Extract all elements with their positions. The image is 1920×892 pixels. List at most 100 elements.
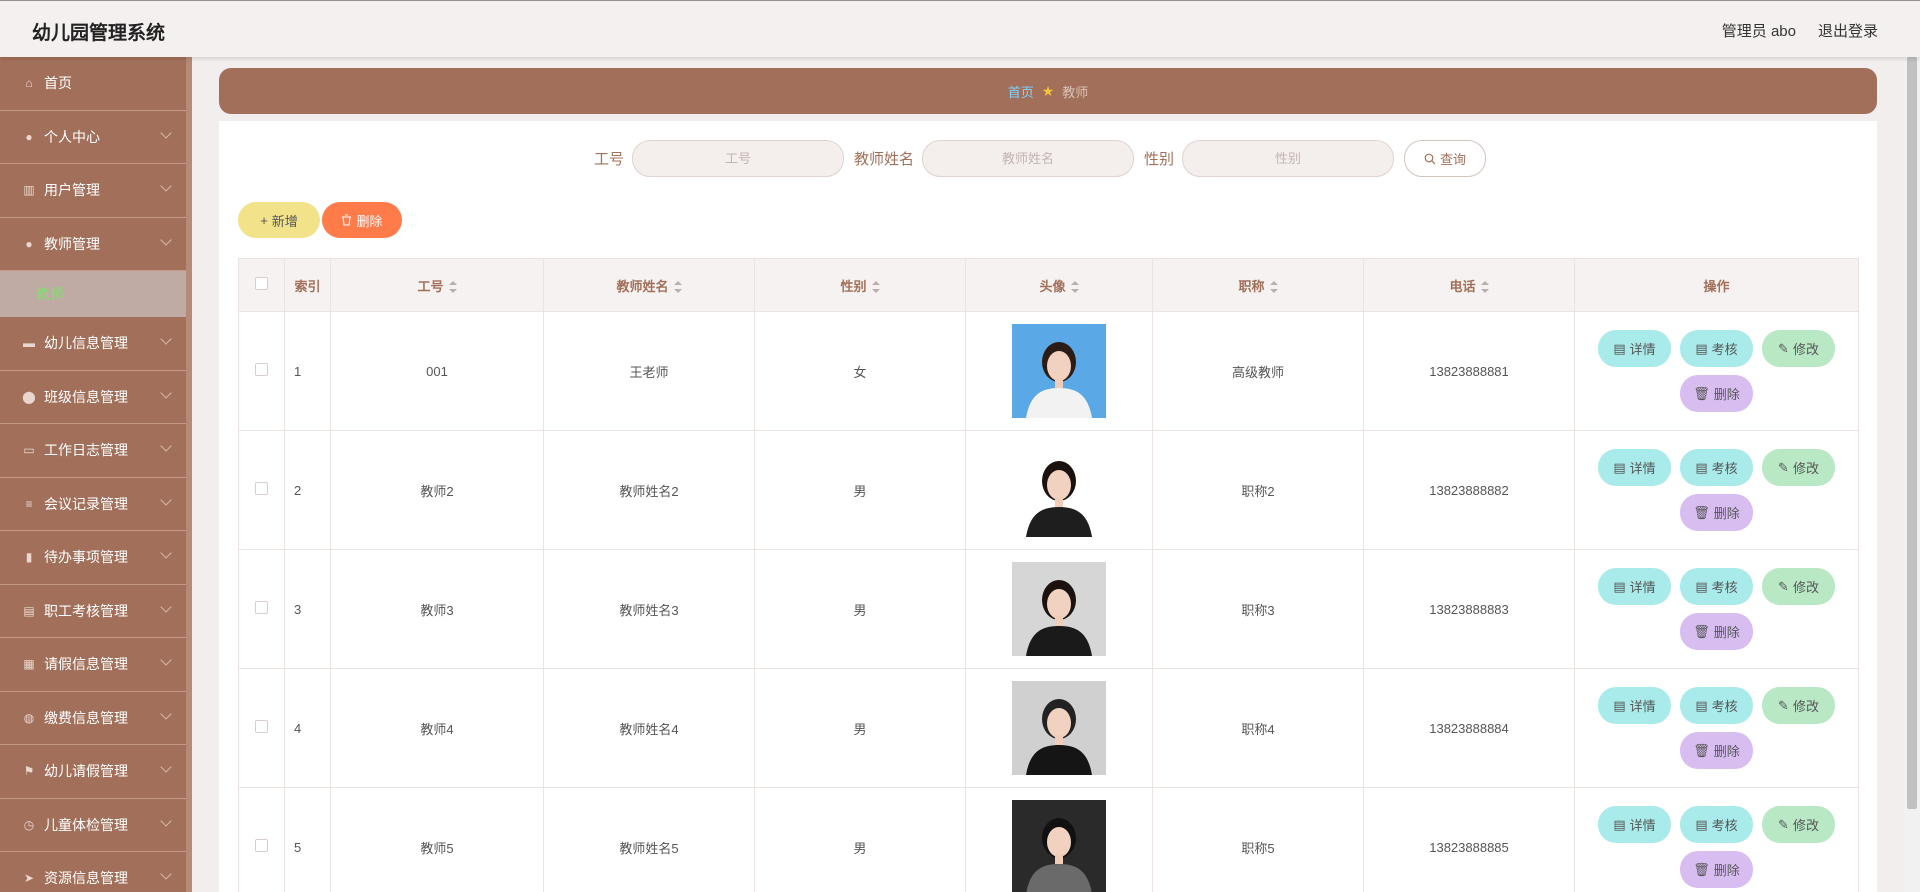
row-index: 5 <box>284 787 331 892</box>
edit-button[interactable]: ✎ 修改 <box>1762 568 1835 605</box>
user-icon: ● <box>25 236 33 251</box>
sidebar-item[interactable]: ▭ 工作日志管理 <box>0 424 192 478</box>
table-row[interactable]: 4 教师4 教师姓名4 男职称4 13823888884 ▤ 详情 ▤ 考核 ✎ 修改 🗑 删除 <box>238 668 1859 788</box>
pencil-icon: ✎ <box>1778 816 1789 832</box>
detail-button[interactable]: ▤ 详情 <box>1598 568 1671 605</box>
edit-button[interactable]: ✎ 修改 <box>1762 330 1835 367</box>
query-button[interactable]: 查询 <box>1404 140 1487 177</box>
row-id: 教师3 <box>330 549 544 669</box>
col-gender[interactable]: 性别 <box>754 258 966 312</box>
sidebar-item[interactable]: ≡ 会议记录管理 <box>0 478 192 531</box>
page-scrollbar-thumb[interactable] <box>1907 57 1917 809</box>
sidebar-item-label: 个人中心 <box>44 128 100 145</box>
sort-icon[interactable] <box>1269 281 1278 294</box>
assess-button[interactable]: ▤ 考核 <box>1680 449 1753 486</box>
detail-button[interactable]: ▤ 详情 <box>1598 806 1671 843</box>
sidebar-scrollbar[interactable] <box>186 57 192 892</box>
sort-icon[interactable] <box>1070 281 1079 294</box>
assess-label: 考核 <box>1711 699 1738 714</box>
table-row[interactable]: 5 教师5 教师姓名5 男职称5 13823888885 ▤ 详情 ▤ 考核 ✎ 修改 🗑 删除 <box>238 787 1859 892</box>
id-search-input[interactable] <box>632 140 845 177</box>
sort-icon[interactable] <box>448 281 457 294</box>
sidebar-item[interactable]: ▬ 幼儿信息管理 <box>0 317 192 371</box>
row-gender: 男 <box>754 787 966 892</box>
avatar <box>1012 681 1106 775</box>
assess-button[interactable]: ▤ 考核 <box>1680 330 1753 367</box>
row-checkbox[interactable] <box>255 601 268 614</box>
row-select-cell <box>238 668 285 788</box>
sort-icon[interactable] <box>871 281 880 294</box>
sidebar-item[interactable]: ◷ 儿童体检管理 <box>0 799 192 852</box>
gender-search-input[interactable] <box>1182 140 1395 177</box>
current-user[interactable]: 管理员 abo <box>1722 20 1796 41</box>
document-icon: ▤ <box>1695 578 1708 594</box>
clock-icon: ◷ <box>23 817 35 832</box>
table-row[interactable]: 1 001 王老师女高级教师 13823888881 ▤ 详情 ▤ 考核 ✎ 修改 🗑 删除 <box>238 311 1859 431</box>
sidebar-item[interactable]: ◍ 缴费信息管理 <box>0 692 192 745</box>
sidebar-item[interactable]: ▦ 请假信息管理 <box>0 638 192 692</box>
row-checkbox[interactable] <box>255 720 268 733</box>
document-icon: ▤ <box>1695 340 1708 356</box>
col-avatar[interactable]: 头像 <box>965 258 1153 312</box>
row-checkbox[interactable] <box>255 839 268 852</box>
detail-button[interactable]: ▤ 详情 <box>1598 449 1671 486</box>
col-name[interactable]: 教师姓名 <box>543 258 755 312</box>
table-row[interactable]: 3 教师3 教师姓名3 男职称3 13823888883 ▤ 详情 ▤ 考核 ✎ 修改 🗑 删除 <box>238 549 1859 669</box>
content-panel: 工号 教师姓名 性别 查询 + 新增 删除 <box>219 121 1877 892</box>
detail-button[interactable]: ▤ 详情 <box>1598 687 1671 724</box>
row-ops: ▤ 详情 ▤ 考核 ✎ 修改 🗑 删除 <box>1594 330 1839 412</box>
col-title[interactable]: 职称 <box>1152 258 1364 312</box>
search-label-name: 教师姓名 <box>854 151 915 168</box>
name-search-input[interactable] <box>922 140 1135 177</box>
chevron-down-icon <box>160 126 172 139</box>
sidebar-item[interactable]: ⌂ 首页 <box>0 57 192 111</box>
add-button[interactable]: + 新增 <box>238 202 320 238</box>
sidebar-item[interactable]: ▤ 职工考核管理 <box>0 585 192 638</box>
row-checkbox[interactable] <box>255 363 268 376</box>
logout-link[interactable]: 退出登录 <box>1818 20 1878 41</box>
delete-button[interactable]: 🗑 删除 <box>1680 851 1753 888</box>
detail-button[interactable]: ▤ 详情 <box>1598 330 1671 367</box>
chevron-down-icon <box>160 233 172 246</box>
sidebar-subitem-teacher[interactable]: 教师 <box>0 271 192 317</box>
sidebar-item[interactable]: ● 个人中心 <box>0 111 192 164</box>
edit-button[interactable]: ✎ 修改 <box>1762 806 1835 843</box>
plus-icon: + <box>260 212 268 228</box>
sidebar-item[interactable]: ➤ 资源信息管理 <box>0 852 192 892</box>
row-title: 职称5 <box>1152 787 1364 892</box>
sort-icon[interactable] <box>1480 281 1489 294</box>
batch-delete-button[interactable]: 删除 <box>322 202 402 238</box>
sidebar-item-label: 幼儿请假管理 <box>44 763 128 780</box>
document-icon: ▤ <box>1613 816 1626 832</box>
row-checkbox[interactable] <box>255 482 268 495</box>
assess-button[interactable]: ▤ 考核 <box>1680 568 1753 605</box>
sidebar-item-label: 用户管理 <box>44 182 100 199</box>
delete-button[interactable]: 🗑 删除 <box>1680 613 1753 650</box>
delete-button[interactable]: 🗑 删除 <box>1680 494 1753 531</box>
edit-button[interactable]: ✎ 修改 <box>1762 449 1835 486</box>
assess-button[interactable]: ▤ 考核 <box>1680 687 1753 724</box>
add-label: 新增 <box>271 213 298 229</box>
select-all-checkbox[interactable] <box>255 277 268 290</box>
col-id[interactable]: 工号 <box>330 258 544 312</box>
chevron-down-icon <box>160 493 172 506</box>
row-select-cell <box>238 787 285 892</box>
sidebar-item[interactable]: ▮ 待办事项管理 <box>0 531 192 585</box>
table-row[interactable]: 2 教师2 教师姓名2 男职称2 13823888882 ▤ 详情 ▤ 考核 ✎ 修改 🗑 删除 <box>238 430 1859 550</box>
delete-button[interactable]: 🗑 删除 <box>1680 732 1753 769</box>
sidebar-item[interactable]: ⬤ 班级信息管理 <box>0 371 192 424</box>
assess-button[interactable]: ▤ 考核 <box>1680 806 1753 843</box>
sidebar-item[interactable]: ● 教师管理 <box>0 218 192 271</box>
col-gender-label: 性别 <box>840 278 867 294</box>
row-ops-cell: ▤ 详情 ▤ 考核 ✎ 修改 🗑 删除 <box>1574 549 1859 669</box>
row-avatar-cell <box>965 549 1153 669</box>
sort-icon[interactable] <box>673 281 682 294</box>
row-title: 职称2 <box>1152 430 1364 550</box>
sidebar-item[interactable]: ▥ 用户管理 <box>0 164 192 218</box>
sidebar-item[interactable]: ⚑ 幼儿请假管理 <box>0 745 192 799</box>
col-phone[interactable]: 电话 <box>1363 258 1575 312</box>
edit-button[interactable]: ✎ 修改 <box>1762 687 1835 724</box>
delete-button[interactable]: 🗑 删除 <box>1680 375 1753 412</box>
breadcrumb-home[interactable]: 首页 <box>1008 82 1034 101</box>
flag-icon: ⚑ <box>23 764 35 779</box>
